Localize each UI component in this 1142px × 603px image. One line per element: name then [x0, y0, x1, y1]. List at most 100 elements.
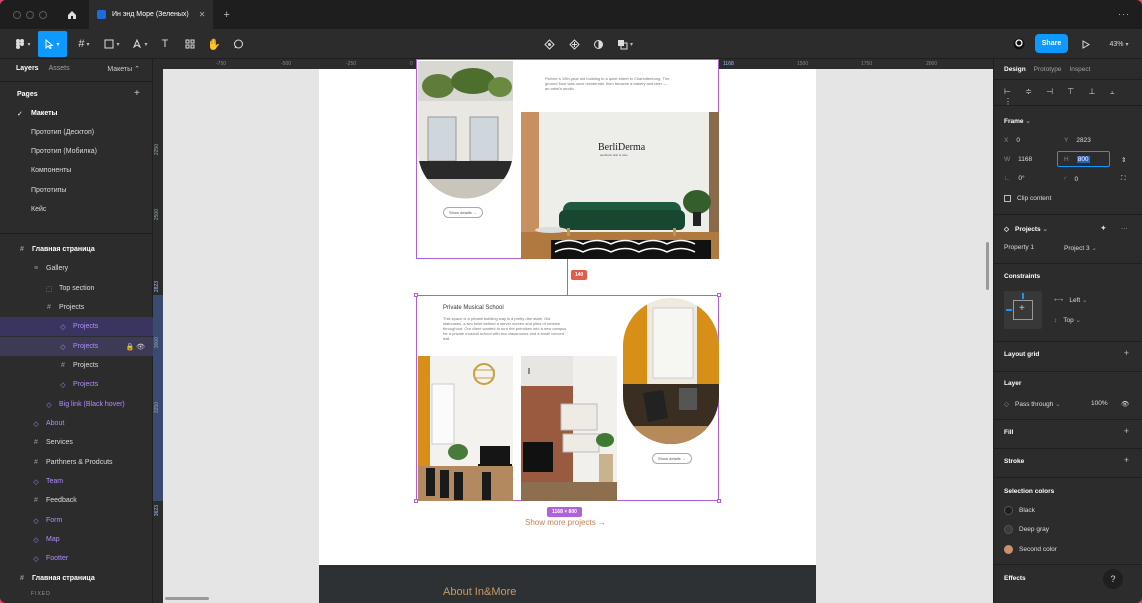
add-fill-icon[interactable]: +: [1124, 426, 1129, 436]
add-layout-grid-icon[interactable]: +: [1124, 348, 1129, 358]
resize-handle[interactable]: [414, 293, 418, 297]
resources-button[interactable]: [181, 31, 199, 57]
layer-row[interactable]: ◇ Projects: [0, 317, 153, 336]
go-to-main-component-icon[interactable]: ⯌: [1101, 225, 1106, 233]
layer-row[interactable]: ◇ About: [0, 414, 153, 433]
more-options-icon[interactable]: ···: [1121, 225, 1128, 232]
layer-row-selected[interactable]: ◇ Projects 🔒 👁: [0, 337, 153, 356]
rotation-field[interactable]: ∟ 0°: [1004, 175, 1025, 182]
layer-row[interactable]: ◇ Team: [0, 472, 153, 491]
canvas[interactable]: -750 -500 -250 0 250 500 750 1000 1168 1…: [153, 59, 993, 603]
mask-button[interactable]: [589, 31, 607, 57]
page-item-maquettes[interactable]: Макеты: [31, 110, 58, 117]
layer-row[interactable]: ⬚ Top section: [0, 279, 153, 298]
vertical-scrollbar[interactable]: [986, 242, 989, 290]
selection-color-row[interactable]: Black: [1004, 506, 1035, 515]
x-field[interactable]: X0: [1004, 137, 1020, 144]
close-tab-icon[interactable]: ✕: [199, 10, 206, 19]
tab-layers[interactable]: Layers: [16, 65, 39, 72]
resize-handle[interactable]: [414, 499, 418, 503]
height-field[interactable]: H 800: [1057, 151, 1110, 167]
main-menu-button[interactable]: ▾: [12, 31, 34, 57]
horizontal-constraint-dropdown[interactable]: ⟷ Left ⌄: [1054, 296, 1087, 304]
property-value-dropdown[interactable]: Project 3 ⌄: [1064, 244, 1097, 252]
close-window-button[interactable]: [13, 10, 21, 19]
horizontal-scrollbar[interactable]: [165, 597, 209, 600]
page-item-prototypes[interactable]: Прототипы: [31, 187, 66, 194]
tab-inspect[interactable]: Inspect: [1070, 66, 1091, 73]
avatar[interactable]: [1010, 31, 1028, 57]
alignment-tools[interactable]: ⊢ ≑ ⊣ ⊤ ⊥ ⫠ ⋮: [1004, 87, 1142, 106]
page-item-case[interactable]: Кейс: [31, 206, 46, 213]
component-tool-button[interactable]: [540, 31, 558, 57]
selection-color-row[interactable]: Second color: [1004, 545, 1057, 554]
tab-prototype[interactable]: Prototype: [1034, 66, 1062, 73]
frame-tool-button[interactable]: # ▾: [73, 31, 95, 57]
boolean-button[interactable]: ▾: [613, 31, 637, 57]
project-card-2-selected[interactable]: Private Musical School This space is a p…: [414, 293, 721, 503]
zoom-menu[interactable]: 43% ▾: [1103, 31, 1135, 57]
project-description: This space is a private building way is …: [443, 316, 567, 341]
resize-handle[interactable]: [717, 499, 721, 503]
layer-row[interactable]: # Services: [0, 433, 153, 452]
constraints-widget[interactable]: +: [1004, 291, 1042, 329]
page-item-components[interactable]: Компоненты: [31, 167, 71, 174]
layer-row[interactable]: # Главная страница: [0, 240, 153, 259]
layer-row[interactable]: ◇ Map: [0, 530, 153, 549]
layer-row[interactable]: # Projects: [0, 298, 153, 317]
chevron-down-icon[interactable]: ⌄: [1042, 226, 1047, 233]
create-component-button[interactable]: [565, 31, 583, 57]
share-button[interactable]: Share: [1035, 34, 1068, 53]
show-more-projects-link[interactable]: Show more projects →: [525, 518, 606, 527]
minimize-window-button[interactable]: [26, 10, 34, 19]
maximize-window-button[interactable]: [39, 10, 47, 19]
page-selector[interactable]: Макеты ⌃: [107, 65, 140, 73]
constrain-proportions-icon[interactable]: ⇕: [1121, 156, 1126, 164]
vertical-constraint-dropdown[interactable]: ↕ Top ⌄: [1054, 316, 1081, 324]
tab-assets[interactable]: Assets: [49, 65, 70, 72]
layer-row[interactable]: # Feedback: [0, 491, 153, 510]
layer-row[interactable]: # Parthners & Prodcuts: [0, 453, 153, 472]
shape-tool-button[interactable]: ▾: [101, 31, 123, 57]
layer-row[interactable]: ◇ Projects: [0, 375, 153, 394]
present-button[interactable]: [1078, 31, 1094, 57]
blend-mode-dropdown[interactable]: ◇ Pass through ⌄: [1004, 400, 1061, 408]
file-tab[interactable]: Ин энд Море (Зеленых) ✕: [89, 0, 214, 29]
home-icon[interactable]: [65, 8, 79, 22]
visibility-eye-icon[interactable]: 👁: [1121, 400, 1129, 408]
opacity-field[interactable]: 100%: [1091, 400, 1108, 407]
layer-row[interactable]: # Projects: [0, 356, 153, 375]
independent-corners-icon[interactable]: ⛶: [1121, 175, 1126, 183]
add-page-icon[interactable]: +: [134, 88, 140, 99]
show-details-button[interactable]: Show details →: [443, 207, 483, 218]
add-stroke-icon[interactable]: +: [1124, 455, 1129, 465]
move-tool-button[interactable]: ▾: [38, 31, 67, 57]
lock-and-eye-icon[interactable]: 🔒 👁: [125, 343, 145, 351]
comment-tool-button[interactable]: [229, 31, 247, 57]
tab-design[interactable]: Design: [1004, 66, 1026, 73]
text-tool-button[interactable]: T: [157, 31, 173, 57]
help-button[interactable]: ?: [1103, 569, 1123, 589]
component-name[interactable]: Projects: [1015, 226, 1041, 233]
horizontal-constraint-value: Left: [1069, 297, 1081, 304]
page-item-prototype-mobile[interactable]: Прототип (Мобилка): [31, 148, 97, 155]
resize-handle[interactable]: [717, 293, 721, 297]
page-item-prototype-desktop[interactable]: Прототип (Десктоп): [31, 129, 94, 136]
pen-tool-button[interactable]: ▾: [129, 31, 151, 57]
layer-row[interactable]: ◇ Big link (Black hover): [0, 395, 153, 414]
layer-row[interactable]: # Главная страница: [0, 569, 153, 588]
chevron-down-icon[interactable]: ⌄: [1025, 118, 1030, 125]
hand-tool-button[interactable]: ✋: [205, 31, 223, 57]
width-field[interactable]: W 1168: [1004, 156, 1032, 163]
clip-content-checkbox[interactable]: Clip content: [1004, 195, 1051, 202]
layer-row[interactable]: ◇ Footter: [0, 549, 153, 568]
y-field[interactable]: Y 2823: [1064, 137, 1091, 144]
new-tab-button[interactable]: +: [223, 9, 229, 21]
project-card-1[interactable]: Picture a 10th-year old building in a qu…: [416, 59, 719, 259]
corner-radius-field[interactable]: ◜ 0: [1064, 175, 1078, 183]
more-menu-button[interactable]: ···: [1118, 9, 1130, 19]
selection-color-row[interactable]: Deep gray: [1004, 525, 1049, 534]
show-details-button[interactable]: Show details →: [652, 453, 692, 464]
layer-row[interactable]: ◇ Form: [0, 511, 153, 530]
layer-row[interactable]: ≡ Gallery: [0, 259, 153, 278]
